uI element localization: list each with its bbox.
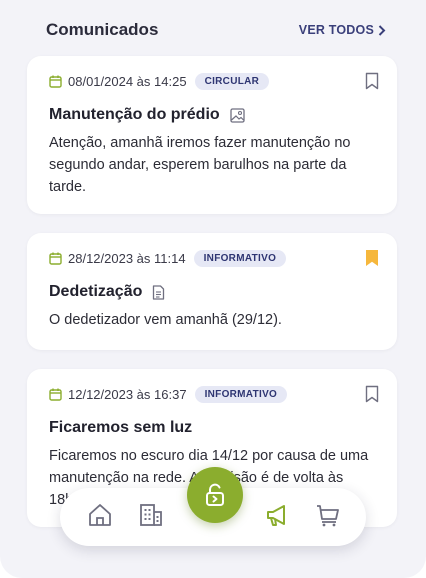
unlock-icon <box>206 483 224 506</box>
notice-title-row: Manutenção do prédio <box>49 106 375 124</box>
view-all-link[interactable]: VER TODOS <box>299 23 386 37</box>
notice-body: Atenção, amanhã iremos fazer manutenção … <box>49 135 351 195</box>
document-icon <box>153 284 165 300</box>
category-badge: INFORMATIVO <box>193 249 287 267</box>
screen: Comunicados VER TODOS 08/01/2024 às 14:2… <box>0 0 426 578</box>
bookmark-icon[interactable] <box>365 385 379 403</box>
cart-icon[interactable] <box>314 501 342 529</box>
home-icon[interactable] <box>86 501 114 529</box>
notice-title-row: Ficaremos sem luz <box>49 419 375 437</box>
section-header: Comunicados VER TODOS <box>46 18 386 42</box>
view-all-label: VER TODOS <box>298 23 374 37</box>
chevron-right-icon <box>378 24 386 36</box>
notice-title: Dedetização <box>49 283 143 300</box>
category-badge: CIRCULAR <box>194 72 270 90</box>
bookmark-filled-icon[interactable] <box>365 249 379 267</box>
notice-date: 08/01/2024 às 14:25 <box>68 73 187 89</box>
notice-meta: 28/12/2023 às 11:14 INFORMATIVO <box>49 247 375 269</box>
section-title: Comunicados <box>46 20 159 39</box>
notice-date: 28/12/2023 às 11:14 <box>68 250 186 266</box>
unlock-button[interactable] <box>187 467 243 523</box>
notice-card[interactable]: 08/01/2024 às 14:25 CIRCULAR Manutenção … <box>27 56 397 214</box>
category-badge: INFORMATIVO <box>194 385 288 403</box>
calendar-icon <box>49 388 62 401</box>
notice-meta: 08/01/2024 às 14:25 CIRCULAR <box>49 70 375 92</box>
calendar-icon <box>49 252 62 265</box>
bookmark-icon[interactable] <box>365 72 379 90</box>
notice-title: Manutenção do prédio <box>49 106 220 123</box>
notice-title-row: Dedetização <box>49 283 375 301</box>
building-icon[interactable] <box>137 501 165 529</box>
calendar-icon <box>49 75 62 88</box>
megaphone-icon[interactable] <box>263 501 291 529</box>
notice-body: O dedetizador vem amanhã (29/12). <box>49 312 282 328</box>
notice-meta: 12/12/2023 às 16:37 INFORMATIVO <box>49 383 375 405</box>
notice-title: Ficaremos sem luz <box>49 419 193 436</box>
image-icon <box>230 107 245 123</box>
notice-card[interactable]: 28/12/2023 às 11:14 INFORMATIVO Dedetiza… <box>27 233 397 350</box>
notice-date: 12/12/2023 às 16:37 <box>68 386 187 402</box>
